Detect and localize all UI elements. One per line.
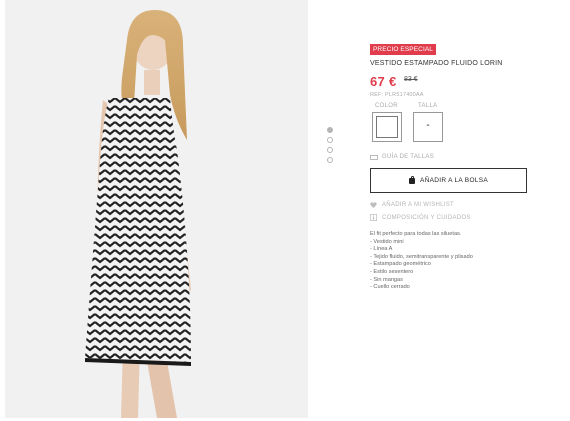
color-swatch[interactable] [376, 116, 398, 138]
wishlist-link[interactable]: AÑADIR A MI WISHLIST [370, 202, 540, 208]
gallery-dot[interactable] [327, 147, 333, 153]
price-block: 67 € 83 € [370, 73, 540, 91]
special-price-badge: PRECIO ESPECIAL [370, 44, 437, 55]
add-to-bag-button[interactable]: AÑADIR A LA BOLSA [370, 168, 527, 193]
feature-item: - Estampado geométrico [370, 261, 431, 268]
feature-item: - Tejido fluido, semitransparente y plis… [370, 253, 473, 260]
feature-item: - Sin mangas [370, 276, 403, 283]
feature-item: - Estilo sesentero [370, 268, 414, 275]
gallery-dots [327, 127, 337, 167]
product-reference: REF: PLR517400AA [370, 92, 424, 98]
secondary-links: AÑADIR A MI WISHLIST COMPOSICIÓN Y CUIDA… [370, 202, 540, 221]
size-value: - [426, 120, 430, 131]
color-selector[interactable] [372, 112, 402, 142]
ruler-icon [370, 154, 378, 160]
feature-item: - Línea A [370, 246, 393, 253]
size-selector[interactable]: - [413, 112, 443, 142]
feature-item: - Cuello cerrado [370, 284, 410, 291]
options-row: COLOR TALLA - [370, 103, 540, 147]
feature-item: - Vestido mini [370, 238, 404, 245]
composition-label: COMPOSICIÓN Y CUIDADOS [382, 214, 471, 221]
product-photo-illustration [5, 0, 308, 418]
add-to-bag-label: AÑADIR A LA BOLSA [420, 177, 488, 184]
product-info-panel: PRECIO ESPECIAL VESTIDO ESTAMPADO FLUIDO… [370, 38, 540, 292]
product-photo[interactable] [5, 0, 308, 418]
color-label: COLOR [375, 103, 398, 109]
size-guide-link[interactable]: GUÍA DE TALLAS [370, 154, 540, 160]
wishlist-label: AÑADIR A MI WISHLIST [382, 202, 455, 208]
product-description: El fit perfecto para todas las siluetas.… [370, 231, 540, 292]
shopping-bag-icon [409, 175, 416, 184]
heart-icon [370, 202, 377, 208]
info-icon [370, 214, 377, 221]
size-guide-label: GUÍA DE TALLAS [382, 154, 434, 160]
composition-link[interactable]: COMPOSICIÓN Y CUIDADOS [370, 214, 540, 221]
gallery-dot[interactable] [327, 137, 333, 143]
description-intro: El fit perfecto para todas las siluetas. [370, 231, 462, 237]
gallery-dot[interactable] [327, 127, 333, 133]
product-title: VESTIDO ESTAMPADO FLUIDO LORIN [370, 60, 503, 67]
size-label: TALLA [418, 103, 438, 109]
current-price: 67 € [370, 74, 397, 89]
original-price: 83 € [403, 76, 418, 83]
gallery-dot[interactable] [327, 157, 333, 163]
